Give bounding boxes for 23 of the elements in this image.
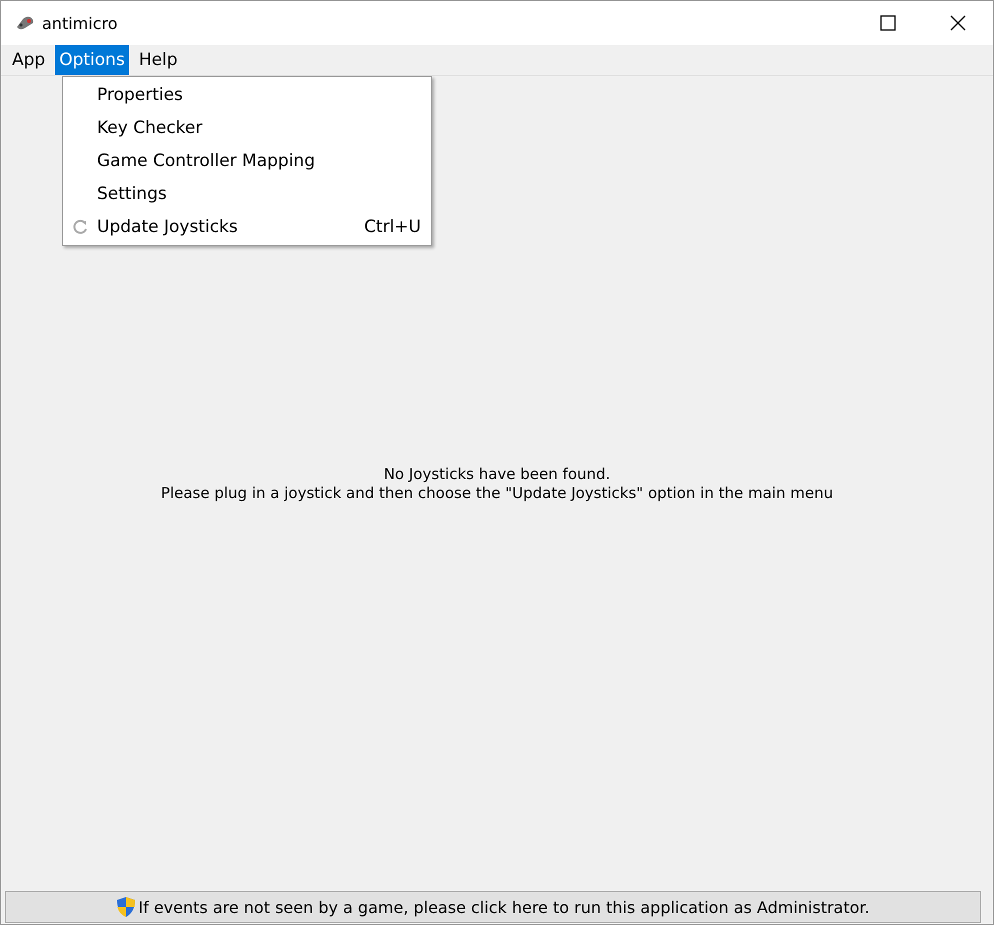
window-title: antimicro — [42, 14, 119, 32]
menu-entry[interactable]: Key Checker — [63, 111, 431, 144]
menu-entry[interactable]: Settings — [63, 177, 431, 210]
empty-message: No Joysticks have been found. — [384, 464, 610, 484]
menu-entry-label: Update Joysticks — [97, 216, 239, 236]
menu-entry-label: Key Checker — [97, 118, 204, 138]
menu-entry[interactable]: Game Controller Mapping — [63, 144, 431, 177]
menu-entry-label: Game Controller Mapping — [97, 150, 316, 170]
close-icon — [950, 15, 966, 31]
menu-entry-label: Settings — [97, 184, 168, 204]
menu-item[interactable]: App — [8, 45, 50, 75]
refresh-icon — [72, 218, 88, 234]
menu-entry[interactable]: Properties — [63, 78, 431, 111]
maximize-icon — [880, 15, 896, 31]
menu-item[interactable]: Help — [134, 45, 182, 75]
menu-item[interactable]: Options — [55, 45, 129, 75]
menu-entry[interactable]: Update Joysticks Ctrl+U — [63, 210, 431, 243]
empty-message: Please plug in a joystick and then choose the "Update Joysticks" option in the main menu — [160, 484, 834, 502]
gamepad-icon — [14, 15, 36, 31]
shortcut-label: Ctrl+U — [364, 216, 421, 236]
menu-entry-label: Properties — [97, 84, 184, 104]
shield-icon — [116, 896, 136, 918]
run-as-administrator-button[interactable]: If events are not seen by a game, please click here to run this application as Administrator. — [5, 891, 981, 923]
